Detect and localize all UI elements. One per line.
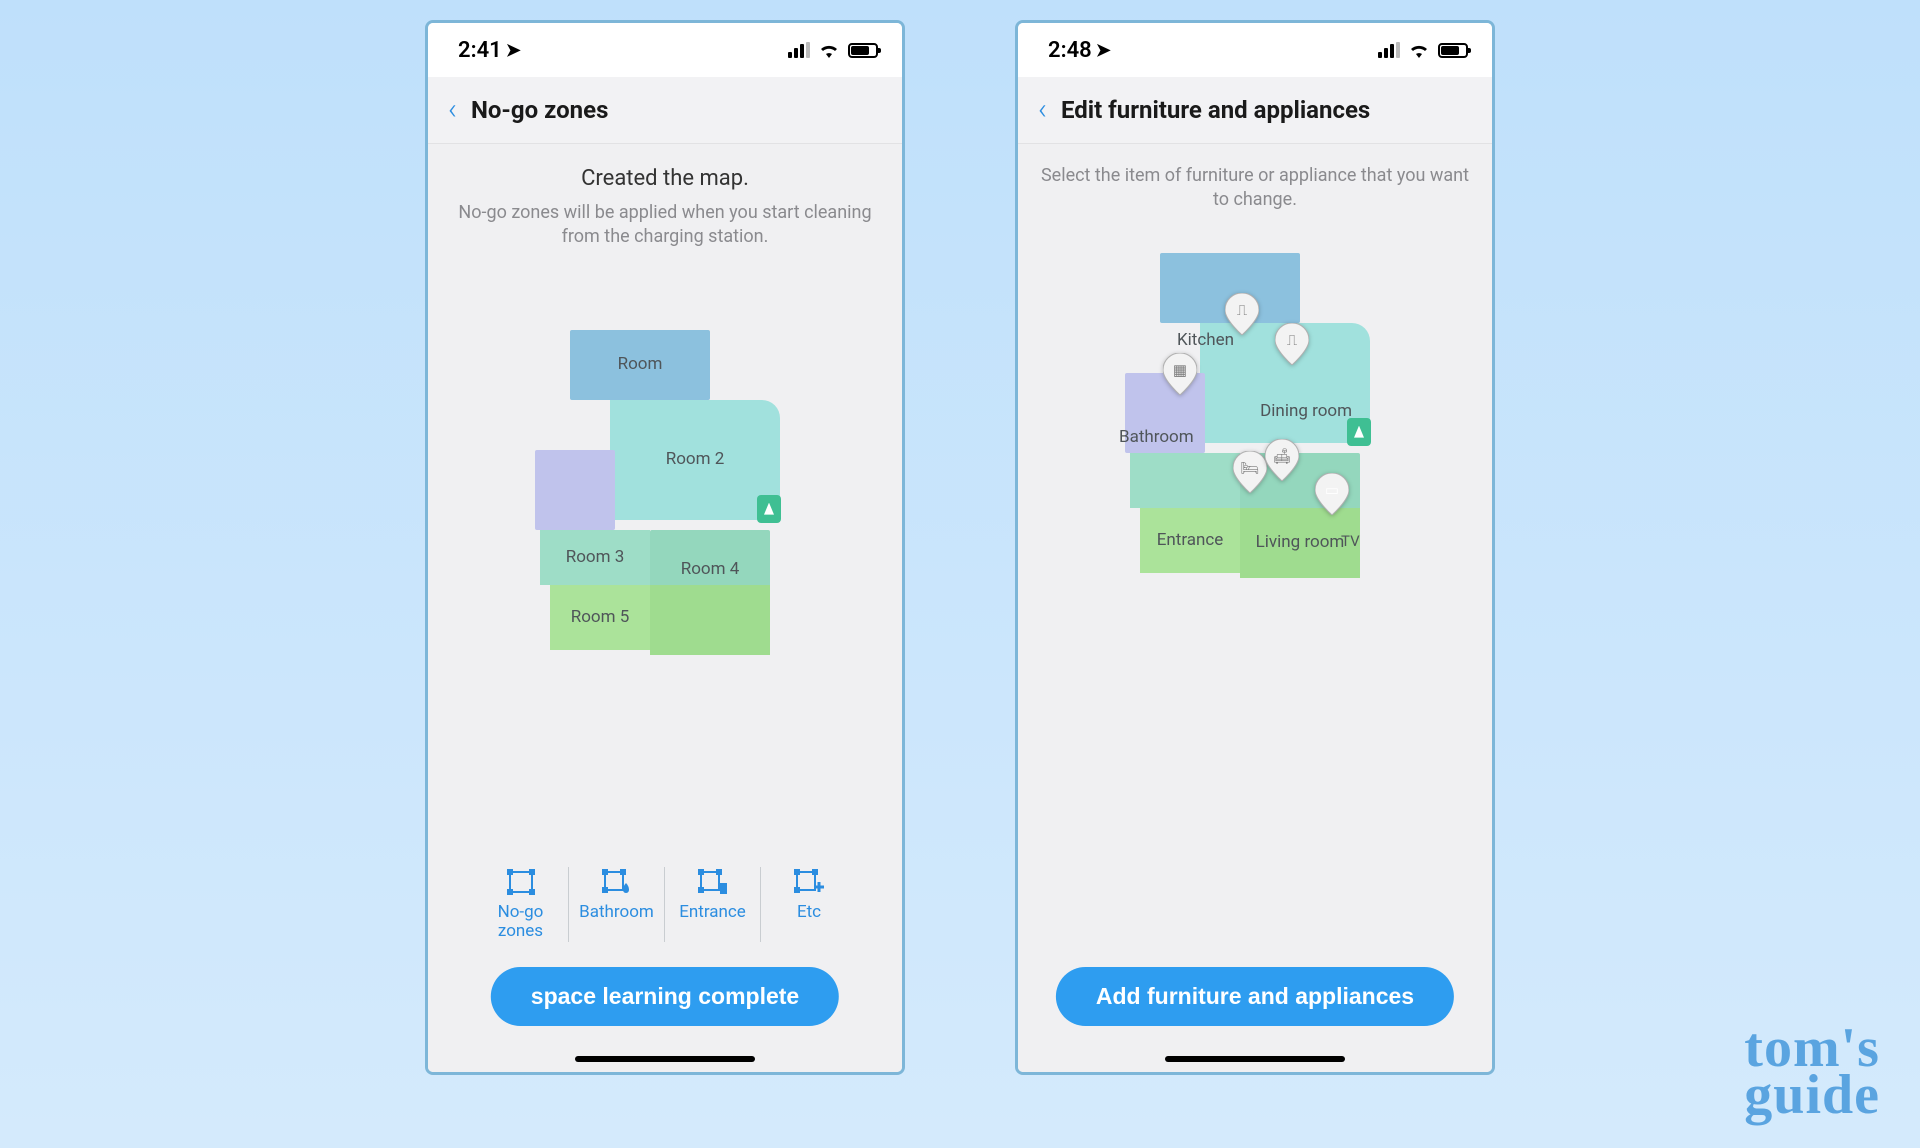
furniture-pin-bed[interactable]: 🛏 [1233, 451, 1267, 493]
room-living[interactable]: Living room [1240, 508, 1360, 578]
phone-screenshot-left: 2:41 ➤ ‹ No-go zones Created the map. No… [425, 20, 905, 1075]
furniture-pin-table-2[interactable]: ⎍ [1275, 323, 1309, 365]
add-furniture-button[interactable]: Add furniture and appliances [1056, 967, 1454, 1026]
battery-icon [848, 43, 878, 58]
status-time: 2:48 [1048, 38, 1092, 63]
tool-label: No-go zones [498, 902, 544, 942]
content-area: Select the item of furniture or applianc… [1018, 144, 1492, 1072]
room-entrance[interactable]: Entrance [1140, 508, 1240, 573]
cellular-icon [788, 42, 810, 58]
wifi-icon [818, 42, 840, 58]
app-header: ‹ Edit furniture and appliances [1018, 77, 1492, 144]
bed-icon: 🛏 [1240, 459, 1259, 477]
status-bar: 2:41 ➤ [428, 23, 902, 77]
cellular-icon [1378, 42, 1400, 58]
window-icon: ▦ [1173, 361, 1187, 379]
table-icon: ⎍ [1287, 331, 1298, 349]
charging-station-icon [757, 495, 781, 523]
tool-entrance[interactable]: Entrance [665, 867, 761, 942]
room-top[interactable]: Room [570, 330, 710, 400]
space-learning-complete-button[interactable]: space learning complete [491, 967, 839, 1026]
tool-nogo-zones[interactable]: No-go zones [473, 867, 569, 942]
battery-icon [1438, 43, 1468, 58]
room-5[interactable]: Room 5 [550, 585, 650, 650]
back-button[interactable]: ‹ [448, 95, 457, 125]
table-icon: ⎍ [1237, 301, 1248, 319]
room-2[interactable]: Room 2 [610, 400, 780, 520]
status-time: 2:41 [458, 38, 502, 63]
zone-type-toolbar: No-go zones Bathroom Entrance Etc [428, 867, 902, 942]
wifi-icon [1408, 42, 1430, 58]
square-icon [506, 869, 536, 895]
tool-label: Entrance [679, 902, 746, 922]
subtext: Select the item of furniture or applianc… [1040, 164, 1470, 213]
tv-icon: ▭ [1325, 481, 1339, 499]
sofa-icon: 🛋 [1272, 447, 1291, 465]
room-living[interactable] [650, 585, 770, 655]
charging-station-icon [1347, 418, 1371, 446]
phone-screenshot-right: 2:48 ➤ ‹ Edit furniture and appliances S… [1015, 20, 1495, 1075]
home-indicator[interactable] [1165, 1056, 1345, 1062]
square-drop-icon [602, 869, 632, 895]
furniture-pin-window[interactable]: ▦ [1163, 353, 1197, 395]
furniture-pin-tv[interactable]: ▭ [1315, 473, 1349, 515]
square-door-icon [698, 869, 728, 895]
room-3[interactable]: Room 3 [540, 530, 650, 585]
page-title: No-go zones [471, 96, 608, 124]
home-indicator[interactable] [575, 1056, 755, 1062]
app-header: ‹ No-go zones [428, 77, 902, 144]
watermark-logo: tom'sguide [1744, 1025, 1880, 1120]
page-title: Edit furniture and appliances [1061, 96, 1370, 124]
floor-map[interactable]: Room Room 2 Room 3 Room 4 Room 5 [535, 330, 795, 670]
location-icon: ➤ [506, 40, 521, 61]
status-bar: 2:48 ➤ [1018, 23, 1492, 77]
tool-etc[interactable]: Etc [761, 867, 857, 942]
tool-label: Etc [797, 902, 821, 922]
furniture-pin-sofa[interactable]: 🛋 [1265, 439, 1299, 481]
headline: Created the map. [581, 166, 749, 191]
location-icon: ➤ [1096, 40, 1111, 61]
furniture-pin-table-1[interactable]: ⎍ [1225, 293, 1259, 335]
room-bath[interactable] [535, 450, 615, 530]
tool-label: Bathroom [579, 902, 654, 922]
subtext: No-go zones will be applied when you sta… [450, 201, 880, 250]
content-area: Created the map. No-go zones will be app… [428, 144, 902, 1072]
floor-map[interactable]: Dining room Kitchen Bathroom Entrance Li… [1125, 253, 1385, 593]
room-3[interactable] [1130, 453, 1240, 508]
tool-bathroom[interactable]: Bathroom [569, 867, 665, 942]
back-button[interactable]: ‹ [1038, 95, 1047, 125]
square-plus-icon [794, 869, 824, 895]
